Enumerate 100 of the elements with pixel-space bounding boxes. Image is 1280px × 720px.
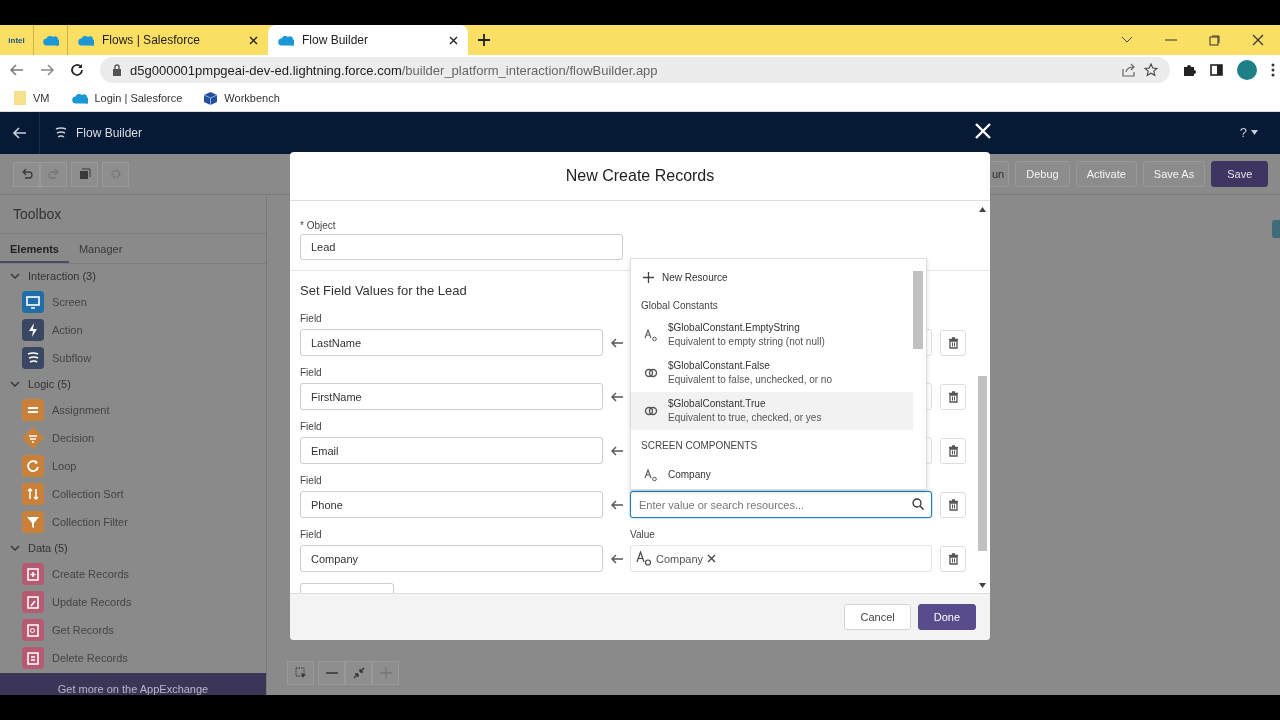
bookmark-link[interactable]: Login | Salesforce	[94, 92, 183, 104]
cloud-icon	[71, 92, 88, 104]
undo-icon	[20, 168, 33, 180]
toolbar-button[interactable]: Save	[1211, 161, 1269, 187]
resource-option[interactable]: $GlobalConstant.EmptyString Equivalent to empty string (not null)	[631, 316, 913, 354]
field-input[interactable]: FirstName	[300, 383, 603, 410]
browser-tab[interactable]: Flows | Salesforce	[68, 25, 268, 55]
field-label: Field	[300, 420, 323, 434]
resource-option[interactable]: Company	[631, 456, 913, 489]
delete-button[interactable]	[940, 491, 966, 518]
object-field[interactable]: Lead	[300, 234, 623, 260]
url-text: d5g000001pmpgeai-dev-ed.lightning.force.com/builder_platform_interaction/flowBuilder.app	[130, 62, 658, 78]
dialog-button[interactable]: Cancel	[844, 604, 911, 630]
back-icon[interactable]	[12, 127, 27, 139]
lock-icon	[112, 64, 122, 76]
minus-icon	[325, 672, 338, 674]
delete-button[interactable]	[940, 329, 966, 356]
cube-icon	[204, 91, 218, 105]
toggle-icon	[644, 404, 658, 418]
dialog-button[interactable]: Done	[917, 604, 976, 630]
intel-tab[interactable]: intel	[8, 35, 25, 45]
group-heading: Global Constants	[641, 299, 718, 311]
arrow-left-icon	[610, 337, 623, 348]
toolbar-button[interactable]: un	[990, 161, 1010, 187]
field-label: Field	[300, 312, 323, 326]
scrollbar-thumb[interactable]	[913, 271, 923, 349]
scroll-down-icon[interactable]	[978, 583, 986, 588]
resource-pill[interactable]: Company	[636, 551, 717, 566]
reload-icon[interactable]	[70, 63, 84, 77]
bookmark-link[interactable]: Workbench	[224, 92, 280, 104]
help-menu[interactable]: ?	[1239, 125, 1258, 140]
section-title: Set Field Values for the Lead	[300, 282, 468, 300]
delete-button[interactable]	[940, 437, 966, 464]
cloud-icon	[78, 34, 94, 46]
fit-button[interactable]	[345, 661, 372, 685]
puzzle-icon[interactable]	[1182, 63, 1196, 77]
more-icon[interactable]	[1271, 63, 1275, 77]
field-label: Field	[300, 528, 323, 542]
scrollbar-thumb[interactable]	[977, 376, 987, 551]
share-icon[interactable]	[1121, 63, 1136, 77]
address-bar[interactable]: d5g000001pmpgeai-dev-ed.lightning.force.com/builder_platform_interaction/flowBuilder.app	[100, 57, 1170, 83]
side-panel-icon[interactable]	[1210, 64, 1223, 76]
undo-button[interactable]	[13, 161, 40, 187]
caret-icon	[1251, 130, 1258, 135]
browser-tab[interactable]: Flow Builder	[268, 25, 468, 55]
star-icon[interactable]	[1144, 63, 1158, 77]
text-type-icon	[644, 468, 658, 482]
field-input[interactable]: Email	[300, 437, 603, 464]
field-label: * Object	[300, 220, 336, 231]
trash-icon	[947, 552, 959, 565]
panel-tab[interactable]: Elements	[0, 234, 69, 263]
cloud-icon	[42, 34, 59, 46]
field-input[interactable]: LastName	[300, 329, 603, 356]
new-resource-item[interactable]: New Resource	[631, 266, 734, 288]
zoom-out-button[interactable]	[318, 661, 345, 685]
arrow-left-icon	[610, 553, 623, 564]
value-field[interactable]: Company	[630, 545, 932, 572]
appexchange-banner[interactable]: Get more on the AppExchange	[0, 673, 266, 695]
resource-option[interactable]: $GlobalConstant.True Equivalent to true, checked, or yes	[631, 392, 913, 430]
field-input[interactable]: Company	[300, 545, 603, 572]
trash-icon	[947, 444, 959, 457]
trash-icon	[947, 336, 959, 349]
flow-icon	[54, 126, 68, 140]
close-icon[interactable]	[449, 35, 458, 45]
field-label: Field	[300, 474, 323, 488]
copy-icon	[78, 168, 91, 180]
selection-icon	[294, 667, 307, 679]
forward-icon[interactable]	[40, 64, 54, 76]
plus-icon	[643, 271, 654, 283]
close-icon[interactable]	[1252, 34, 1264, 46]
text-type-icon	[644, 328, 658, 342]
close-icon	[974, 122, 992, 140]
scroll-up-icon[interactable]	[978, 207, 986, 212]
value-label: Value	[630, 528, 656, 542]
copy-button[interactable]	[71, 161, 98, 187]
section-header[interactable]: Data (5)	[0, 536, 266, 560]
folder-icon	[14, 91, 26, 105]
section-header[interactable]: Logic (5)	[0, 372, 266, 396]
arrow-left-icon	[610, 391, 623, 402]
bookmark-link[interactable]: VM	[33, 92, 50, 104]
chevron-down-icon[interactable]	[1121, 36, 1133, 44]
arrow-left-icon	[610, 499, 623, 510]
panel-title: Toolbox	[0, 195, 266, 234]
search-field[interactable]: Enter value or search resources...	[630, 491, 932, 518]
text-type-icon	[636, 551, 652, 566]
shrink-icon	[352, 667, 365, 679]
profile-avatar[interactable]	[1237, 60, 1257, 80]
new-tab-icon[interactable]	[478, 34, 490, 46]
remove-icon[interactable]	[707, 554, 717, 563]
restore-icon[interactable]	[1209, 34, 1220, 46]
search-icon	[912, 498, 924, 510]
resource-option[interactable]: $GlobalConstant.False Equivalent to false, unchecked, or no	[631, 354, 913, 392]
trash-icon	[947, 390, 959, 403]
field-input[interactable]: Phone	[300, 491, 603, 518]
arrow-left-icon	[610, 445, 623, 456]
section-header[interactable]: Interaction (3)	[0, 264, 266, 288]
delete-button[interactable]	[940, 545, 966, 572]
delete-button[interactable]	[940, 383, 966, 410]
cloud-icon	[278, 34, 294, 46]
close-icon[interactable]	[249, 35, 258, 45]
